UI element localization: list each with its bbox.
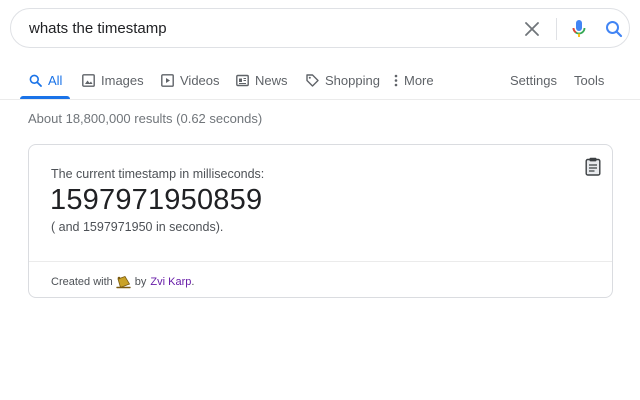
image-icon	[81, 73, 95, 87]
tab-videos[interactable]: Videos	[160, 68, 220, 92]
tag-icon	[305, 73, 319, 87]
more-vert-icon	[393, 73, 399, 87]
author-link[interactable]: Zvi Karp	[150, 276, 191, 288]
tools-link[interactable]: Tools	[574, 68, 604, 92]
tab-all[interactable]: All	[28, 68, 62, 92]
result-stats: About 18,800,000 results (0.62 seconds)	[28, 111, 263, 126]
bell-icon	[116, 274, 132, 290]
card-divider	[29, 261, 612, 262]
tabs-divider	[0, 99, 640, 100]
timestamp-card: The current timestamp in milliseconds: 1…	[28, 144, 613, 298]
timestamp-seconds: ( and 1597971950 in seconds).	[51, 220, 224, 234]
timestamp-label: The current timestamp in milliseconds:	[51, 167, 265, 181]
tab-label: All	[48, 72, 63, 88]
tab-images[interactable]: Images	[81, 68, 144, 92]
tab-more[interactable]: More	[393, 68, 434, 92]
credit-line: Created with by Zvi Karp .	[51, 274, 194, 290]
news-icon	[235, 73, 249, 87]
tab-label: Images	[101, 72, 144, 88]
tab-shopping[interactable]: Shopping	[305, 68, 380, 92]
tab-label: News	[255, 72, 288, 88]
search-input[interactable]: whats the timestamp	[29, 19, 167, 39]
search-box[interactable]: whats the timestamp	[10, 8, 630, 48]
tab-label: Videos	[180, 72, 220, 88]
search-icon[interactable]	[602, 17, 626, 41]
tab-label: More	[404, 72, 434, 88]
search-divider	[556, 18, 557, 40]
microphone-icon[interactable]	[568, 17, 590, 41]
timestamp-milliseconds: 1597971950859	[50, 184, 263, 216]
clipboard-icon[interactable]	[585, 157, 603, 177]
tab-news[interactable]: News	[235, 68, 288, 92]
search-icon	[28, 73, 42, 87]
play-icon	[160, 73, 174, 87]
close-icon[interactable]	[521, 19, 543, 39]
credit-by: by	[134, 276, 147, 288]
search-tabs: All Images Videos News Shopping More Set…	[0, 62, 640, 100]
tab-label: Shopping	[325, 72, 380, 88]
settings-link[interactable]: Settings	[510, 68, 557, 92]
credit-prefix: Created with	[51, 276, 113, 288]
credit-suffix: .	[191, 276, 195, 288]
